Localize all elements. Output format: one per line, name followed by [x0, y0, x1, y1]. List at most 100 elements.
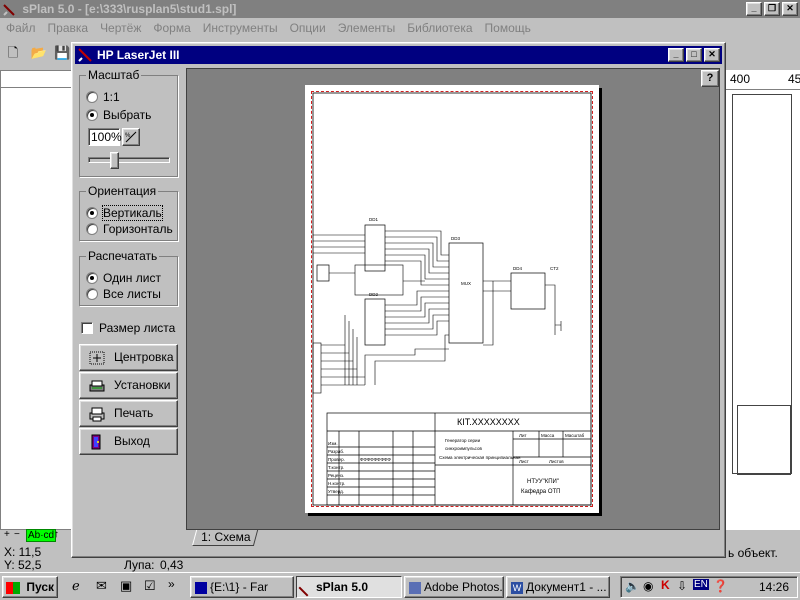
- outlook-icon[interactable]: ✉: [96, 578, 107, 594]
- radio-dot: [86, 272, 98, 284]
- print-all-sheets-label: Все листы: [103, 287, 161, 301]
- remove-layer-icon[interactable]: −: [14, 529, 20, 540]
- horizontal-ruler: 400 45: [726, 70, 800, 90]
- settings-button[interactable]: Установки: [79, 372, 178, 399]
- radio-dot: [86, 223, 98, 235]
- stamp-row: Т.контр.: [328, 465, 344, 470]
- schematic-drawing: DD1 DD2 DD3 DD4 MUX CT2 КIТ.ХХХХХХХХ Ген…: [312, 92, 592, 506]
- main-window-title: sPlan 5.0 - [e:\333\rusplan5\stud1.spl]: [22, 2, 237, 16]
- minimize-button[interactable]: _: [746, 2, 762, 16]
- center-icon: [89, 351, 105, 364]
- task-splan[interactable]: sPlan 5.0: [296, 576, 402, 598]
- quicklaunch-more-icon[interactable]: »: [168, 577, 175, 591]
- radio-dot: [86, 91, 98, 103]
- ie-icon[interactable]: ℯ: [72, 578, 80, 594]
- stamp-row: Провер.: [328, 457, 345, 462]
- help-tray-icon[interactable]: ❓: [713, 579, 728, 593]
- volume-icon[interactable]: 🔈: [625, 579, 640, 593]
- scale-picker-button[interactable]: %: [122, 128, 140, 146]
- menubar: Файл Правка Чертёж Форма Инструменты Опц…: [0, 18, 800, 38]
- status-hint: ь объект.: [728, 546, 778, 560]
- chip-label: DD2: [369, 292, 378, 297]
- restore-button[interactable]: ❐: [764, 2, 780, 16]
- splan-icon: [3, 4, 15, 16]
- scale-slider-thumb[interactable]: [110, 152, 119, 169]
- desktop-icon[interactable]: ▣: [120, 578, 132, 594]
- stamp-col-scale: Масштаб: [565, 433, 585, 438]
- dialog-minimize-button[interactable]: _: [668, 48, 684, 62]
- help-button[interactable]: ?: [701, 70, 719, 87]
- printer-icon: [89, 407, 105, 421]
- antivirus-icon[interactable]: K: [661, 578, 670, 592]
- language-indicator[interactable]: EN: [693, 579, 709, 590]
- network-icon[interactable]: ◉: [643, 579, 653, 593]
- scale-group: Масштаб 1:1 Выбрать 100% %: [79, 68, 178, 177]
- chip-label: DD1: [369, 217, 378, 222]
- add-layer-icon[interactable]: +: [4, 529, 10, 540]
- menu-options[interactable]: Опции: [284, 18, 332, 38]
- stamp-sheets: Листов: [549, 459, 564, 464]
- print-preview-area[interactable]: DD1 DD2 DD3 DD4 MUX CT2 КIТ.ХХХХХХХХ Ген…: [186, 68, 720, 530]
- print-all-sheets-radio[interactable]: Все листы: [86, 287, 161, 301]
- scale-1to1-radio[interactable]: 1:1: [86, 90, 120, 104]
- sheet-size-checkbox[interactable]: Размер листа: [81, 321, 175, 335]
- menu-library[interactable]: Библиотека: [401, 18, 478, 38]
- task-photoshop-label: Adobe Photos...: [424, 580, 504, 594]
- task-word[interactable]: W Документ1 - ...: [506, 576, 610, 598]
- word-icon: W: [511, 581, 523, 594]
- stamp-col-lit: Лит: [519, 433, 527, 438]
- doc-code: КIТ.ХХХХХХХХ: [457, 417, 520, 427]
- orientation-portrait-label: Вертикаль: [102, 205, 163, 221]
- start-button[interactable]: Пуск: [2, 576, 58, 598]
- orientation-portrait-radio[interactable]: Вертикаль: [86, 205, 163, 221]
- menu-edit[interactable]: Правка: [42, 18, 95, 38]
- chip-label: DD4: [513, 266, 522, 271]
- stamp-row: Разраб.: [328, 449, 344, 454]
- org-line-1: НТУУ"КПИ": [527, 479, 559, 485]
- download-icon[interactable]: ⇩: [677, 579, 687, 593]
- new-file-icon[interactable]: 🗋: [2, 42, 24, 64]
- exit-door-icon: [91, 434, 101, 449]
- exit-button[interactable]: Выход: [79, 428, 178, 455]
- menu-tools[interactable]: Инструменты: [197, 18, 284, 38]
- print-button[interactable]: Печать: [79, 400, 178, 427]
- library-pane[interactable]: [0, 70, 72, 530]
- close-button[interactable]: ✕: [782, 2, 798, 16]
- splan-icon: [78, 48, 92, 62]
- task-photoshop[interactable]: Adobe Photos...: [404, 576, 504, 598]
- title-line-2: синхроимпульсов: [445, 446, 482, 451]
- arrow-up-icon[interactable]: ↑: [54, 529, 59, 540]
- menu-elements[interactable]: Элементы: [332, 18, 402, 38]
- chip-mux: [448, 242, 484, 344]
- orientation-landscape-radio[interactable]: Горизонталь: [86, 222, 173, 236]
- org-line-2: Кафедра ОТП: [521, 489, 560, 495]
- drawing-canvas[interactable]: [726, 90, 800, 530]
- menu-file[interactable]: Файл: [0, 18, 42, 38]
- library-combo[interactable]: [0, 70, 72, 88]
- title-line-3: Схема электрическая принципиальная: [439, 455, 521, 460]
- center-button[interactable]: Центровка: [79, 344, 178, 371]
- menu-drawing[interactable]: Чертёж: [94, 18, 147, 38]
- tab-sheet-1[interactable]: 1: Схема: [191, 530, 259, 546]
- layer-tab[interactable]: Ab·cd: [26, 529, 57, 542]
- dialog-maximize-button[interactable]: □: [686, 48, 702, 62]
- chip-label: MUX: [461, 281, 471, 286]
- scale-choose-radio[interactable]: Выбрать: [86, 108, 151, 122]
- menu-help[interactable]: Помощь: [479, 18, 537, 38]
- scale-slider-track[interactable]: [88, 157, 170, 163]
- scale-percent-field[interactable]: 100%: [88, 128, 122, 146]
- chip-label: CT2: [550, 266, 559, 271]
- logic-block: [354, 264, 404, 296]
- menu-shape[interactable]: Форма: [147, 18, 196, 38]
- save-icon[interactable]: 💾: [54, 42, 70, 64]
- tab-sheet-1-label: 1: Схема: [201, 530, 251, 544]
- print-one-sheet-radio[interactable]: Один лист: [86, 271, 161, 285]
- main-titlebar: sPlan 5.0 - [e:\333\rusplan5\stud1.spl] …: [0, 0, 800, 18]
- dialog-close-button[interactable]: ✕: [704, 48, 720, 62]
- windows-logo-icon: [6, 581, 20, 594]
- channels-icon[interactable]: ☑: [144, 578, 156, 594]
- task-far[interactable]: {E:\1} - Far: [190, 576, 294, 598]
- radio-dot: [86, 207, 98, 219]
- open-folder-icon[interactable]: 📂: [28, 42, 50, 64]
- title-block-fragment: [737, 405, 791, 475]
